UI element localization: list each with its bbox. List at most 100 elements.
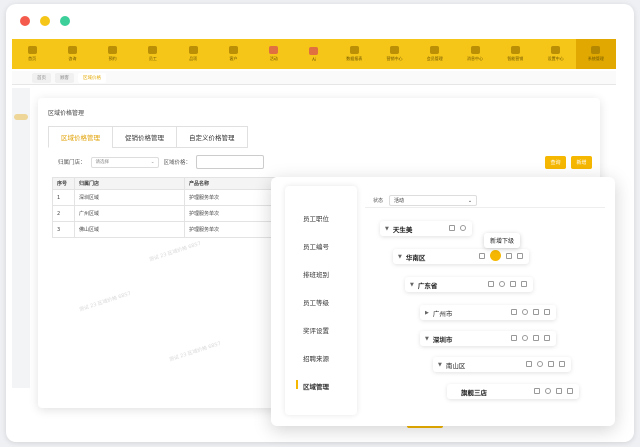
side-rail-indicator	[14, 114, 28, 120]
page-tab[interactable]: 顾客	[55, 72, 74, 83]
tree-node[interactable]: ▼ 深圳市	[420, 331, 556, 346]
status-select[interactable]: 活动 ⌄	[389, 195, 478, 206]
lock-icon[interactable]	[556, 388, 562, 394]
store-filter-select[interactable]: 请选择 ⌄	[90, 156, 159, 168]
toolbar-item-home[interactable]: 首页	[12, 39, 52, 69]
toolbar-item-smart[interactable]: 智能营销	[495, 39, 535, 69]
page-tab[interactable]: 首页	[32, 72, 51, 83]
price-tabs: 区域价格管理 促销价格管理 自定义价格管理	[48, 126, 248, 148]
minimize-dot-icon[interactable]	[40, 16, 50, 26]
toolbar-item-activity[interactable]: 活动	[254, 39, 294, 69]
settings-menu: 员工职位 员工编号 排班班别 员工等级 奖评设置 招聘来源 区域管理	[285, 186, 357, 415]
toolbar-label: 活动	[269, 56, 278, 61]
toolbar-label: 员工	[148, 56, 157, 61]
edit-icon[interactable]	[511, 309, 517, 315]
bulb-icon	[510, 46, 520, 54]
region-tree-panel: 员工职位 员工编号 排班班别 员工等级 奖评设置 招聘来源 区域管理 状态 活动…	[271, 177, 615, 426]
edit-icon[interactable]	[534, 388, 540, 394]
node-actions	[526, 361, 565, 367]
active-indicator	[296, 380, 298, 389]
tree-node[interactable]: ▼ 广东省	[405, 277, 533, 292]
delete-icon[interactable]	[544, 309, 550, 315]
lock-icon[interactable]	[510, 281, 516, 287]
add-icon[interactable]	[522, 335, 528, 341]
toolbar-item-message[interactable]: 消息中心	[455, 39, 495, 69]
add-icon[interactable]	[537, 361, 543, 367]
close-dot-icon[interactable]	[20, 16, 30, 26]
toolbar-item-staff[interactable]: 员工	[133, 39, 173, 69]
edit-icon[interactable]	[479, 253, 485, 259]
toolbar-item-ai[interactable]: Ai	[294, 39, 334, 69]
add-button[interactable]: 新增	[571, 156, 592, 169]
price-filter-input[interactable]	[196, 155, 265, 169]
query-button[interactable]: 查询	[545, 156, 566, 169]
menu-item-region[interactable]: 区域管理	[296, 380, 329, 391]
toolbar-label: 咨询	[68, 56, 77, 61]
status-value: 活动	[394, 198, 405, 204]
maximize-dot-icon[interactable]	[60, 16, 70, 26]
add-icon[interactable]	[545, 388, 551, 394]
status-label: 状态	[373, 198, 384, 204]
tree-node[interactable]: 旗舰三店	[447, 384, 579, 399]
toolbar-item-product[interactable]: 品项	[173, 39, 213, 69]
toolbar-label: Ai	[312, 56, 316, 62]
toolbar-label: 系统管理	[587, 56, 604, 61]
top-toolbar: 首页 咨询 预约 员工 品项 客户 活动 Ai 数据报表 营销中心 会员管理 消…	[12, 39, 616, 69]
toolbar-item-booking[interactable]: 预约	[93, 39, 133, 69]
toolbar-label: 品项	[189, 56, 198, 61]
toolbar-label: 预约	[108, 56, 117, 61]
add-icon[interactable]	[522, 309, 528, 315]
page-tab-active[interactable]: 区域价格	[78, 72, 106, 83]
delete-icon[interactable]	[567, 388, 573, 394]
toolbar-label: 首页	[28, 56, 37, 61]
delete-icon[interactable]	[521, 281, 527, 287]
toolbar-item-report[interactable]: 数据报表	[334, 39, 374, 69]
tab-promo-price[interactable]: 促销价格管理	[112, 126, 177, 148]
filter-row: 归属门店： 请选择 ⌄ 区域价格：	[58, 155, 265, 169]
add-icon[interactable]	[460, 225, 466, 231]
menu-item-staff-no[interactable]: 员工编号	[303, 241, 329, 251]
edit-icon[interactable]	[511, 335, 517, 341]
node-actions	[511, 335, 550, 341]
lock-icon[interactable]	[533, 335, 539, 341]
tab-region-price[interactable]: 区域价格管理	[48, 126, 113, 148]
toolbar-label: 客户	[229, 56, 238, 61]
toolbar-item-customer[interactable]: 客户	[213, 39, 253, 69]
delete-icon[interactable]	[517, 253, 523, 259]
menu-item-level[interactable]: 员工等级	[303, 297, 329, 307]
tree-node[interactable]: ▼ 华南区	[393, 249, 529, 264]
delete-icon[interactable]	[559, 361, 565, 367]
home-icon	[27, 46, 37, 54]
tree-node[interactable]: ▼ 南山区	[433, 357, 571, 372]
caret-right-icon: ▶	[425, 309, 429, 316]
toolbar-item-member[interactable]: 会员管理	[415, 39, 455, 69]
caret-down-icon: ▼	[410, 281, 414, 288]
toolbar-item-consult[interactable]: 咨询	[52, 39, 92, 69]
menu-item-shift[interactable]: 排班班别	[303, 269, 329, 279]
toolbar-label: 消息中心	[467, 56, 484, 61]
chat-icon	[67, 46, 77, 54]
add-child-icon[interactable]	[490, 250, 501, 261]
menu-item-award[interactable]: 奖评设置	[303, 325, 329, 335]
tree-node[interactable]: ▶ 广州市	[420, 305, 556, 320]
lock-icon[interactable]	[506, 253, 512, 259]
grid-icon	[591, 46, 601, 54]
edit-icon[interactable]	[526, 361, 532, 367]
toolbar-label: 会员管理	[426, 56, 443, 61]
node-label: 华南区	[405, 253, 426, 262]
edit-icon[interactable]	[449, 225, 455, 231]
edit-icon[interactable]	[488, 281, 494, 287]
cell: 1	[52, 189, 75, 206]
toolbar-item-marketing[interactable]: 营销中心	[374, 39, 414, 69]
tab-custom-price[interactable]: 自定义价格管理	[176, 126, 248, 148]
tree-node[interactable]: ▼ 天生美	[380, 221, 472, 236]
menu-item-position[interactable]: 员工职位	[303, 213, 329, 223]
node-actions	[534, 388, 573, 394]
lock-icon[interactable]	[548, 361, 554, 367]
menu-item-recruit[interactable]: 招聘来源	[303, 353, 329, 363]
lock-icon[interactable]	[533, 309, 539, 315]
toolbar-item-system[interactable]: 系统管理	[575, 39, 616, 69]
add-icon[interactable]	[499, 281, 505, 287]
delete-icon[interactable]	[544, 335, 550, 341]
toolbar-item-settings[interactable]: 设置中心	[535, 39, 575, 69]
